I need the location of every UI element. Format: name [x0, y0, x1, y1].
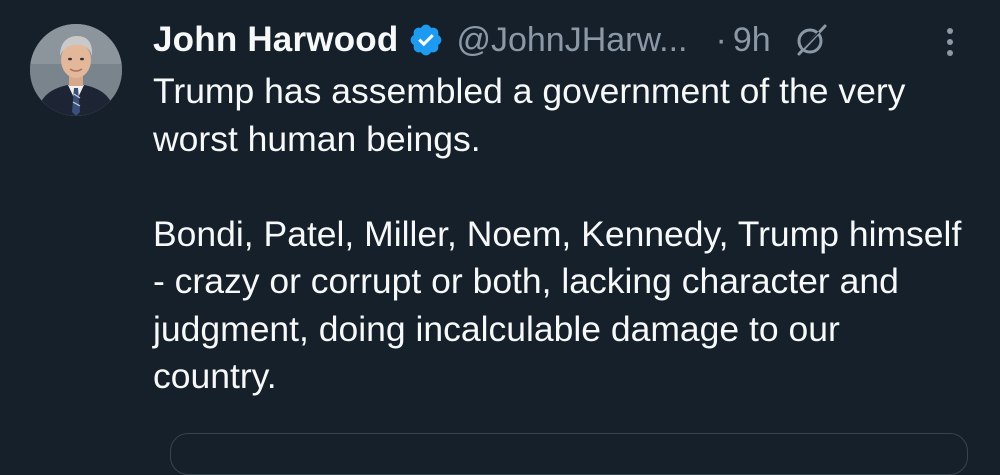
- author-avatar[interactable]: [30, 24, 122, 116]
- tweet-header: John Harwood @JohnJHarw... · 9h: [153, 14, 973, 66]
- embedded-card-edge[interactable]: [170, 433, 968, 475]
- avatar-image: [30, 24, 122, 116]
- header-separator: ·: [715, 20, 727, 59]
- tweet-text: Trump has assembled a government of the …: [153, 68, 963, 401]
- tweet-paragraph: Bondi, Patel, Miller, Noem, Kennedy, Tru…: [153, 213, 962, 397]
- verified-badge-icon: [408, 22, 444, 58]
- grok-icon[interactable]: [793, 22, 829, 58]
- author-handle[interactable]: @JohnJHarw...: [456, 21, 687, 60]
- author-name[interactable]: John Harwood: [153, 20, 398, 60]
- more-options-icon[interactable]: [938, 24, 962, 60]
- tweet-timestamp[interactable]: 9h: [733, 21, 771, 60]
- tweet-paragraph: Trump has assembled a government of the …: [153, 71, 906, 159]
- tweet-card[interactable]: John Harwood @JohnJHarw... · 9h Trump ha…: [0, 0, 1000, 475]
